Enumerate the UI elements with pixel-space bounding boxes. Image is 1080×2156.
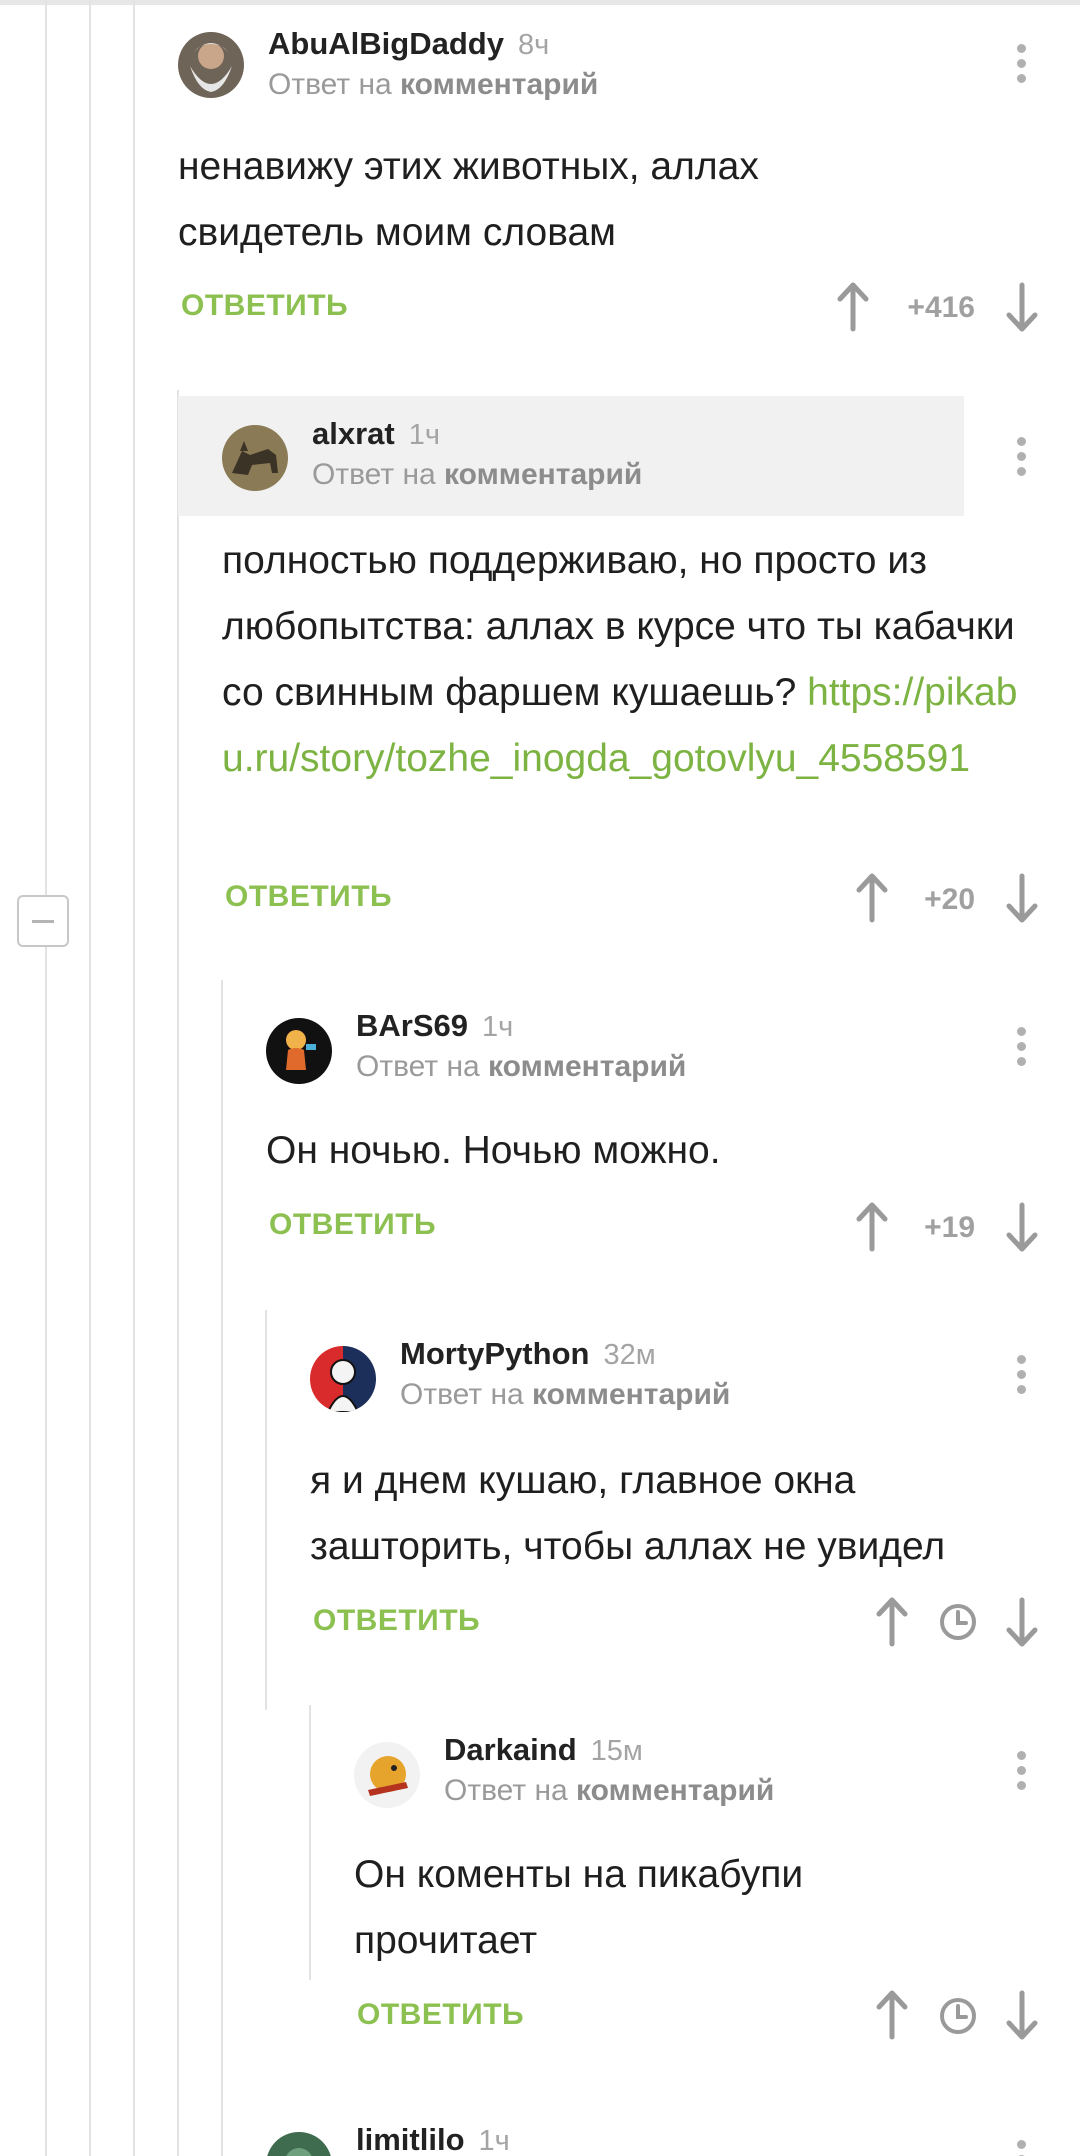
comment-time: 1ч — [408, 419, 440, 451]
reply-to-line: Ответ на комментарий — [356, 1050, 686, 1084]
comment-author[interactable]: MortyPython 32м — [400, 1336, 656, 1372]
more-options-icon[interactable] — [1017, 44, 1027, 84]
author-name[interactable]: MortyPython — [400, 1336, 589, 1371]
reply-button[interactable]: ОТВЕТИТЬ — [357, 1998, 524, 2032]
reply-to-line: Ответ на комментарий — [400, 1378, 730, 1412]
reply-to-prefix: Ответ на — [312, 458, 436, 491]
reply-button[interactable]: ОТВЕТИТЬ — [313, 1604, 480, 1638]
reply-button[interactable]: ОТВЕТИТЬ — [269, 1208, 436, 1242]
reply-button[interactable]: ОТВЕТИТЬ — [225, 880, 392, 914]
reply-to-link[interactable]: комментарий — [532, 1378, 730, 1411]
more-options-icon[interactable] — [1017, 1751, 1027, 1791]
upvote-arrow-icon[interactable] — [855, 1202, 889, 1252]
reply-to-link[interactable]: комментарий — [444, 458, 642, 491]
reply-to-prefix: Ответ на — [444, 1774, 568, 1807]
author-name[interactable]: limitlilo — [356, 2122, 465, 2156]
author-name[interactable]: Darkaind — [444, 1732, 577, 1767]
comment-author[interactable]: Darkaind 15м — [444, 1732, 643, 1768]
upvote-arrow-icon[interactable] — [836, 282, 870, 332]
comment-mortypython: MortyPython 32м Ответ на комментарий я и … — [0, 1300, 1080, 1700]
reply-to-line: Ответ на комментарий — [444, 1774, 774, 1808]
wolf-avatar-icon[interactable] — [222, 425, 288, 491]
comment-text: ненавижу этих животных, аллах свидетель … — [178, 145, 759, 254]
comment-text: я и днем кушаю, главное окна зашторить, … — [310, 1459, 946, 1568]
comment-author[interactable]: AbuAlBigDaddy 8ч — [268, 26, 549, 62]
more-options-icon[interactable] — [1017, 1027, 1027, 1067]
reply-to-prefix: Ответ на — [268, 68, 392, 101]
clock-icon — [940, 1604, 976, 1640]
more-options-icon[interactable] — [1017, 437, 1027, 477]
comment-alxrat: alxrat 1ч Ответ на комментарий полностью … — [0, 380, 1080, 960]
upvote-arrow-icon[interactable] — [875, 1990, 909, 2040]
comment-time: 32м — [603, 1339, 656, 1371]
downvote-arrow-icon[interactable] — [1005, 1202, 1039, 1252]
comment-time: 1ч — [482, 1011, 514, 1043]
comment-text: Он ночью. Ночью можно. — [266, 1129, 721, 1172]
comment-time: 8ч — [517, 29, 550, 61]
rating-value: +20 — [924, 883, 975, 916]
reply-to-line: Ответ на комментарий — [312, 458, 642, 492]
downvote-arrow-icon[interactable] — [1005, 873, 1039, 923]
cartoon-character-avatar-icon[interactable] — [266, 1018, 332, 1084]
rating-value: +19 — [924, 1211, 975, 1244]
reply-to-link[interactable]: комментарий — [488, 1050, 686, 1083]
reply-to-link[interactable]: комментарий — [576, 1774, 774, 1807]
reply-to-link[interactable]: комментарий — [400, 68, 598, 101]
reply-to-prefix: Ответ на — [400, 1378, 524, 1411]
comment-text: Он коменты на пикабупи прочитает — [354, 1853, 804, 1962]
reply-button[interactable]: ОТВЕТИТЬ — [181, 289, 348, 323]
rating-value: +416 — [907, 291, 975, 324]
reply-to-prefix: Ответ на — [356, 1050, 480, 1083]
author-name[interactable]: BArS69 — [356, 1008, 468, 1043]
upvote-arrow-icon[interactable] — [855, 873, 889, 923]
more-options-icon[interactable] — [1017, 1355, 1027, 1395]
comment-darkaind: Darkaind 15м Ответ на комментарий Он коме… — [0, 1700, 1080, 2100]
comment-author[interactable]: alxrat 1ч — [312, 416, 440, 452]
old-man-avatar-icon[interactable] — [178, 32, 244, 98]
comment-abualbigdaddy: AbuAlBigDaddy 8ч Ответ на комментарий нен… — [0, 0, 1080, 380]
reply-to-line: Ответ на комментарий — [268, 68, 598, 102]
comment-bars69: BArS69 1ч Ответ на комментарий Он ночью. … — [0, 960, 1080, 1300]
bearded-man-avatar-icon[interactable] — [310, 1346, 376, 1412]
more-options-icon[interactable] — [1017, 2140, 1027, 2156]
author-name[interactable]: AbuAlBigDaddy — [268, 26, 504, 61]
downvote-arrow-icon[interactable] — [1005, 1990, 1039, 2040]
comment-text: полностью поддерживаю, но просто из любо… — [222, 528, 1022, 792]
comment-author[interactable]: limitlilo 1ч — [356, 2122, 510, 2156]
author-name[interactable]: alxrat — [312, 416, 395, 451]
comment-limitlilo: limitlilo 1ч — [0, 2100, 1080, 2156]
downvote-arrow-icon[interactable] — [1005, 1597, 1039, 1647]
clock-icon — [940, 1998, 976, 2034]
comment-time: 15м — [590, 1735, 643, 1767]
upvote-arrow-icon[interactable] — [875, 1597, 909, 1647]
bird-avatar-icon[interactable] — [354, 1742, 420, 1808]
green-avatar-icon[interactable] — [266, 2132, 332, 2156]
comment-time: 1ч — [478, 2125, 510, 2156]
comment-author[interactable]: BArS69 1ч — [356, 1008, 513, 1044]
downvote-arrow-icon[interactable] — [1005, 282, 1039, 332]
